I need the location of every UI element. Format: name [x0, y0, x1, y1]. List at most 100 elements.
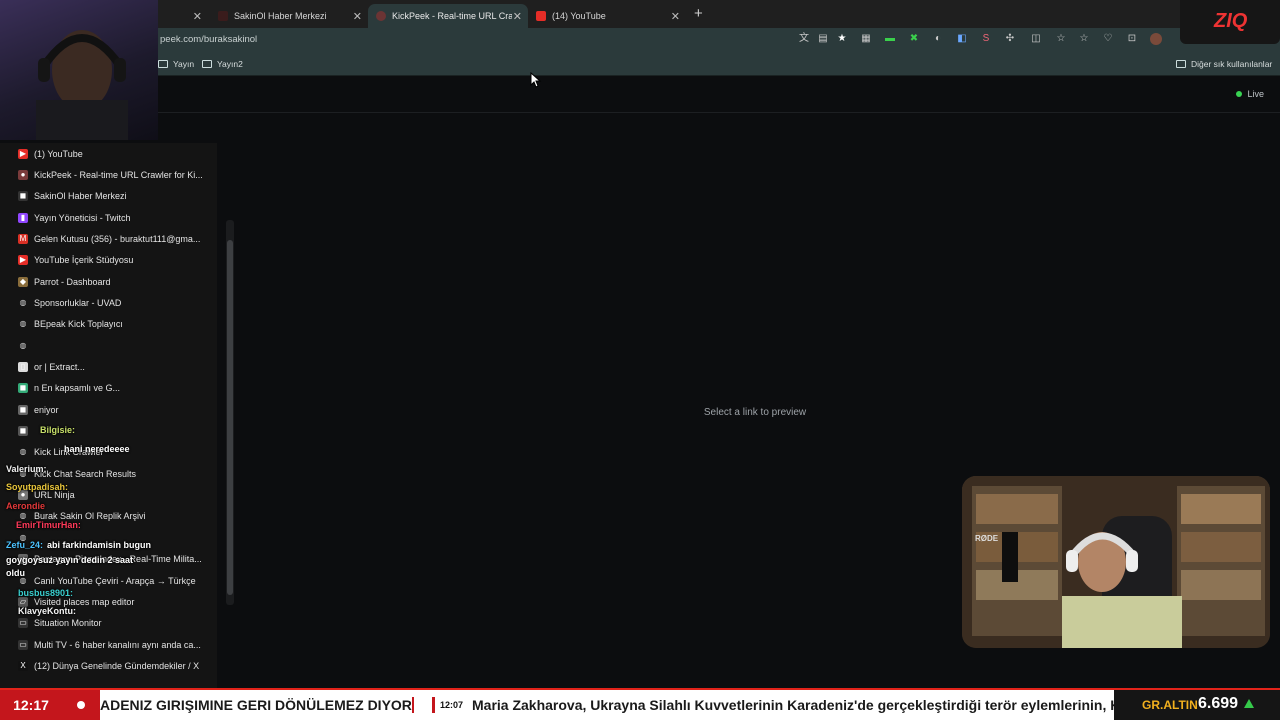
extension-icon[interactable]: S	[980, 33, 992, 45]
dropdown-item[interactable]: ◼ n En kapsamlı ve G...	[0, 378, 217, 399]
webcam-person-image	[36, 30, 128, 140]
dropdown-item[interactable]: ▶ YouTube İçerik Stüdyosu	[0, 250, 217, 271]
other-bookmarks[interactable]: Diğer sık kullanılanlar	[1176, 59, 1272, 69]
folder-icon	[158, 60, 168, 68]
dropdown-item[interactable]: ◍ BEpeak Kick Toplayıcı	[0, 314, 217, 335]
health-icon[interactable]: ♡	[1102, 33, 1114, 45]
live-dot-icon	[1236, 91, 1243, 97]
dropdown-item[interactable]: ▯ or | Extract...	[0, 357, 217, 378]
chat-message: EmirTimurHan:	[16, 520, 81, 530]
scrollbar[interactable]	[226, 220, 234, 605]
dropdown-item[interactable]: ▭ Multi TV - 6 haber kanalını aynı anda c…	[0, 634, 217, 655]
chat-username: Soyutpadisah:	[6, 482, 69, 492]
close-icon[interactable]: ✕	[193, 10, 202, 23]
split-view-icon[interactable]: ◫	[1030, 33, 1042, 45]
monitor-icon: ▭	[18, 618, 28, 629]
bookmark-label: Yayın	[173, 59, 195, 69]
dropdown-item[interactable]: ● KickPeek - Real-time URL Crawler for Ki…	[0, 164, 217, 185]
dropdown-item-label: Sponsorluklar - UVAD	[34, 297, 122, 308]
webcam-overlay-host: RØDE	[962, 476, 1270, 648]
dropdown-item[interactable]: ◼ eniyor	[0, 399, 217, 420]
page-header: Live	[0, 77, 1280, 113]
dropdown-item-label: Situation Monitor	[34, 618, 102, 629]
tab-title: KickPeek - Real-time URL Crawler f	[392, 11, 512, 21]
screenshot-icon[interactable]: ⊡	[1126, 33, 1138, 45]
collections-icon[interactable]: ☆	[1078, 33, 1090, 45]
dropdown-item[interactable]: M Gelen Kutusu (356) - buraktut111@gma...	[0, 228, 217, 249]
dropdown-item[interactable]: ◼	[0, 421, 217, 442]
chat-message: oldu	[6, 568, 25, 578]
extension-icon[interactable]: ▦	[860, 33, 872, 45]
youtube-studio-icon: ▶	[18, 255, 28, 266]
dropdown-item[interactable]: ▶ (1) YouTube	[0, 143, 217, 164]
tab-kickpeek[interactable]: KickPeek - Real-time URL Crawler f ✕	[368, 4, 528, 28]
chat-message: Zefu_24: abi farkindamisin bugun	[6, 540, 151, 550]
favorites-icon[interactable]: ☆	[1055, 33, 1067, 45]
globe-icon: ◍	[19, 297, 27, 307]
sakinol-icon: ◼	[18, 191, 28, 202]
dropdown-item[interactable]: ◍ Sponsorluklar - UVAD	[0, 292, 217, 313]
bookmark-folder-yayin[interactable]: Yayın	[158, 59, 194, 69]
doc-icon: ▯	[18, 362, 28, 372]
chat-username: KlavyeKontu:	[18, 606, 77, 616]
chat-username: Bilgisie:	[40, 425, 76, 435]
close-icon[interactable]: ✕	[353, 10, 362, 23]
dropdown-item-label: KickPeek - Real-time URL Crawler for Ki.…	[34, 169, 203, 180]
close-icon[interactable]: ✕	[513, 10, 522, 23]
address-bar[interactable]: peek.com/buraksakinol	[150, 30, 790, 50]
webcam-person-image	[962, 476, 1270, 648]
reader-icon[interactable]: ▤	[817, 33, 829, 45]
dropdown-item-label: Multi TV - 6 haber kanalını aynı anda ca…	[34, 639, 201, 650]
scrollbar-thumb[interactable]	[227, 240, 233, 595]
tab-favicon-icon	[376, 11, 386, 21]
extension-icon[interactable]: ◐	[932, 33, 944, 45]
gold-price-value: 6.699	[1198, 695, 1239, 712]
globe-icon: ◍	[19, 447, 27, 457]
logo: ZIQ	[1180, 0, 1280, 44]
chat-message: hani neredeeee	[64, 444, 130, 454]
chat-username: Valerium:	[6, 464, 47, 474]
dropdown-item-label: Yayın Yöneticisi - Twitch	[34, 212, 131, 223]
dropdown-item[interactable]: ◼ SakinOl Haber Merkezi	[0, 186, 217, 207]
star-icon[interactable]: ★	[836, 33, 848, 45]
tab-title: SakinOl Haber Merkezi	[234, 11, 327, 21]
translate-icon[interactable]: 文	[798, 33, 810, 45]
tab-sakinol[interactable]: SakinOl Haber Merkezi ✕	[210, 4, 368, 28]
dropdown-item-label: SakinOl Haber Merkezi	[34, 191, 127, 202]
preview-placeholder: Select a link to preview	[703, 407, 807, 418]
tab-0[interactable]: ✕	[160, 4, 208, 28]
ticker-live-indicator	[62, 690, 100, 720]
extension-icon[interactable]: ◧	[956, 33, 968, 45]
extension-icon[interactable]: ▬	[884, 33, 896, 45]
dropdown-item[interactable]: ▮ Yayın Yöneticisi - Twitch	[0, 207, 217, 228]
chat-username: Aerondie	[6, 501, 46, 511]
tab-youtube[interactable]: (14) YouTube ✕	[528, 4, 686, 28]
ticker-timestamp: 12:07	[432, 697, 463, 713]
parrot-icon: ◆	[18, 276, 28, 287]
chat-text: abi farkindamisin bugun	[47, 540, 152, 550]
dropdown-item-label: Canlı YouTube Çeviri - Arapça → Türkçe	[34, 575, 196, 586]
chat-username: busbus8901:	[18, 588, 74, 598]
bookmarks-bar: Yayın Yayın2 Diğer sık kullanılanlar	[0, 52, 1280, 76]
globe-icon: ◍	[19, 319, 27, 329]
dropdown-item[interactable]: ◆ Parrot - Dashboard	[0, 271, 217, 292]
chat-message: Soyutpadisah:	[6, 482, 68, 492]
dropdown-item-label: Kick Chat Search Results	[34, 468, 137, 479]
chat-message: KlavyeKontu:	[18, 606, 76, 616]
new-tab-icon[interactable]: +	[694, 5, 703, 22]
dropdown-item[interactable]: ◍	[0, 335, 217, 356]
webcam-overlay-streamer	[0, 0, 158, 140]
chat-username: EmirTimurHan:	[16, 520, 81, 530]
puzzle-icon[interactable]: ✣	[1004, 33, 1016, 45]
avatar[interactable]	[1150, 33, 1162, 45]
chat-message: busbus8901:	[18, 588, 73, 598]
app-icon: ◼	[18, 404, 28, 415]
chat-message: Bilgisie:	[40, 425, 75, 435]
live-label: Live	[1247, 89, 1264, 99]
extension-icon[interactable]: ✖	[908, 33, 920, 45]
dropdown-item-label: (1) YouTube	[34, 148, 83, 159]
gold-price-label: GR.ALTIN	[1142, 698, 1198, 712]
dropdown-item[interactable]: X (12) Dünya Genelinde Gündemdekiler / X	[0, 655, 217, 676]
close-icon[interactable]: ✕	[671, 10, 680, 23]
bookmark-folder-yayin2[interactable]: Yayın2	[202, 59, 243, 69]
